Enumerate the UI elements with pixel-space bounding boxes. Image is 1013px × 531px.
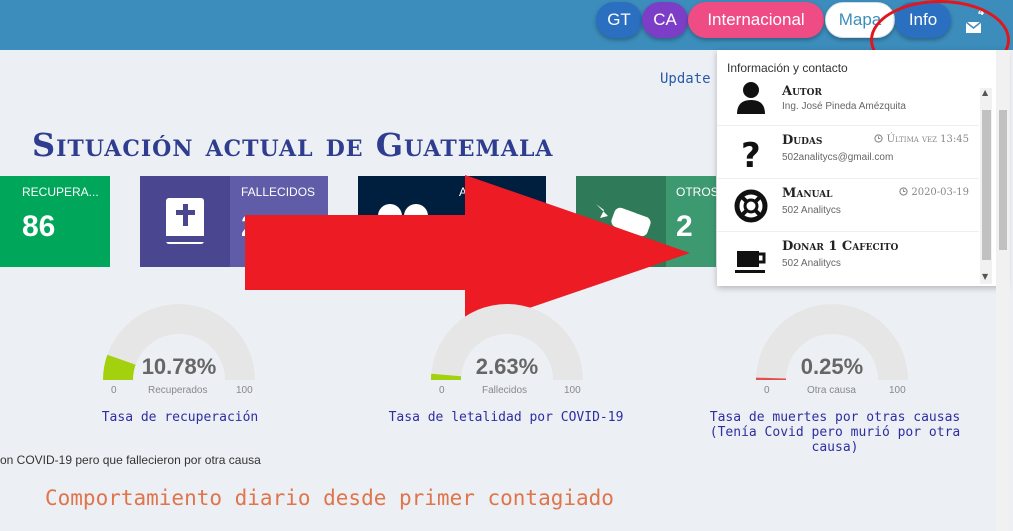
dropdown-item-title: Donar 1 Cafecito — [782, 239, 899, 254]
gauge-max: 100 — [889, 385, 906, 396]
person-icon — [737, 82, 765, 114]
dropdown-item-donar[interactable]: Donar 1 Cafecito 502 Analitycs — [717, 233, 979, 285]
dropdown-header: Información y contacto — [727, 61, 848, 75]
gauge-caption: Otra causa — [807, 385, 856, 396]
gauge-caption: Fallecidos — [482, 385, 528, 396]
page-scrollbar[interactable] — [996, 50, 1010, 531]
nav-internacional-button[interactable]: Internacional — [688, 2, 824, 38]
gauge-caption: Recuperados — [148, 385, 208, 396]
section-title: Comportamiento diario desde primer conta… — [45, 486, 614, 510]
gauge-percent: 0.25% — [800, 354, 864, 379]
gauge-title: Tasa de letalidad por COVID-19 — [388, 410, 624, 425]
dropdown-item-autor[interactable]: Autor Ing. José Pineda Amézquita — [717, 78, 979, 126]
gauge-recuperacion: 10.78% 0 Recuperados 100 — [99, 300, 259, 400]
stat-box-recuperados: RECUPERA... 86 — [0, 176, 110, 267]
dropdown-item-subtitle: Ing. José Pineda Amézquita — [782, 101, 906, 112]
gauge-letalidad: 2.63% 0 Fallecidos 100 — [427, 300, 587, 400]
dropdown-item-title: Dudas — [782, 133, 823, 148]
gauge-max: 100 — [564, 385, 581, 396]
dropdown-scroll-thumb[interactable] — [982, 110, 991, 260]
info-dropdown-menu: Información y contacto Autor Ing. José P… — [717, 50, 1007, 286]
dropdown-item-timestamp: Última vez 13:45 — [874, 134, 969, 145]
scroll-down-arrow-icon[interactable]: ▼ — [982, 272, 988, 281]
dropdown-item-title: Autor — [782, 84, 822, 99]
stat-value: 86 — [22, 210, 56, 243]
coffee-icon — [735, 251, 766, 273]
dropdown-item-timestamp: 2020-03-19 — [899, 187, 969, 198]
gauge-otras-causas: 0.25% 0 Otra causa 100 — [752, 300, 912, 400]
gauge-max: 100 — [236, 385, 253, 396]
nav-ca-button[interactable]: CA — [642, 2, 688, 38]
clock-icon — [874, 134, 884, 143]
page-title: Situación actual de Guatemala — [32, 126, 554, 164]
page-scroll-thumb[interactable] — [999, 110, 1007, 250]
svg-text:?: ? — [741, 136, 761, 171]
gauge-min: 0 — [111, 385, 117, 396]
nav-gt-button[interactable]: GT — [596, 2, 642, 38]
lifebuoy-icon — [734, 189, 768, 223]
gauge-percent: 10.78% — [141, 354, 217, 379]
dropdown-item-dudas[interactable]: ? Dudas 502analitycs@gmail.com Última ve… — [717, 127, 979, 179]
gauge-percent: 2.63% — [475, 354, 539, 379]
scroll-up-arrow-icon[interactable]: ▲ — [982, 88, 988, 97]
dropdown-item-manual[interactable]: Manual 502 Analitycs 2020-03-19 — [717, 180, 979, 232]
dropdown-item-subtitle: 502 Analitycs — [782, 258, 841, 269]
stat-label: RECUPERA... — [22, 185, 99, 199]
gauge-title: Tasa de muertes por otras causas (Tenía … — [709, 410, 961, 455]
dropdown-scrollbar[interactable]: ▲ ▼ — [980, 88, 992, 284]
footnote-text: on COVID-19 pero que fallecieron por otr… — [0, 453, 261, 467]
gauge-min: 0 — [764, 385, 770, 396]
question-icon: ? — [741, 136, 761, 171]
dropdown-item-subtitle: 502 Analitycs — [782, 205, 841, 216]
dropdown-item-title: Manual — [782, 186, 833, 201]
gauge-title: Tasa de recuperación — [101, 410, 259, 425]
bible-icon — [140, 176, 230, 267]
clock-icon — [899, 187, 908, 196]
gauge-min: 0 — [439, 385, 445, 396]
dropdown-item-subtitle: 502analitycs@gmail.com — [782, 152, 894, 163]
